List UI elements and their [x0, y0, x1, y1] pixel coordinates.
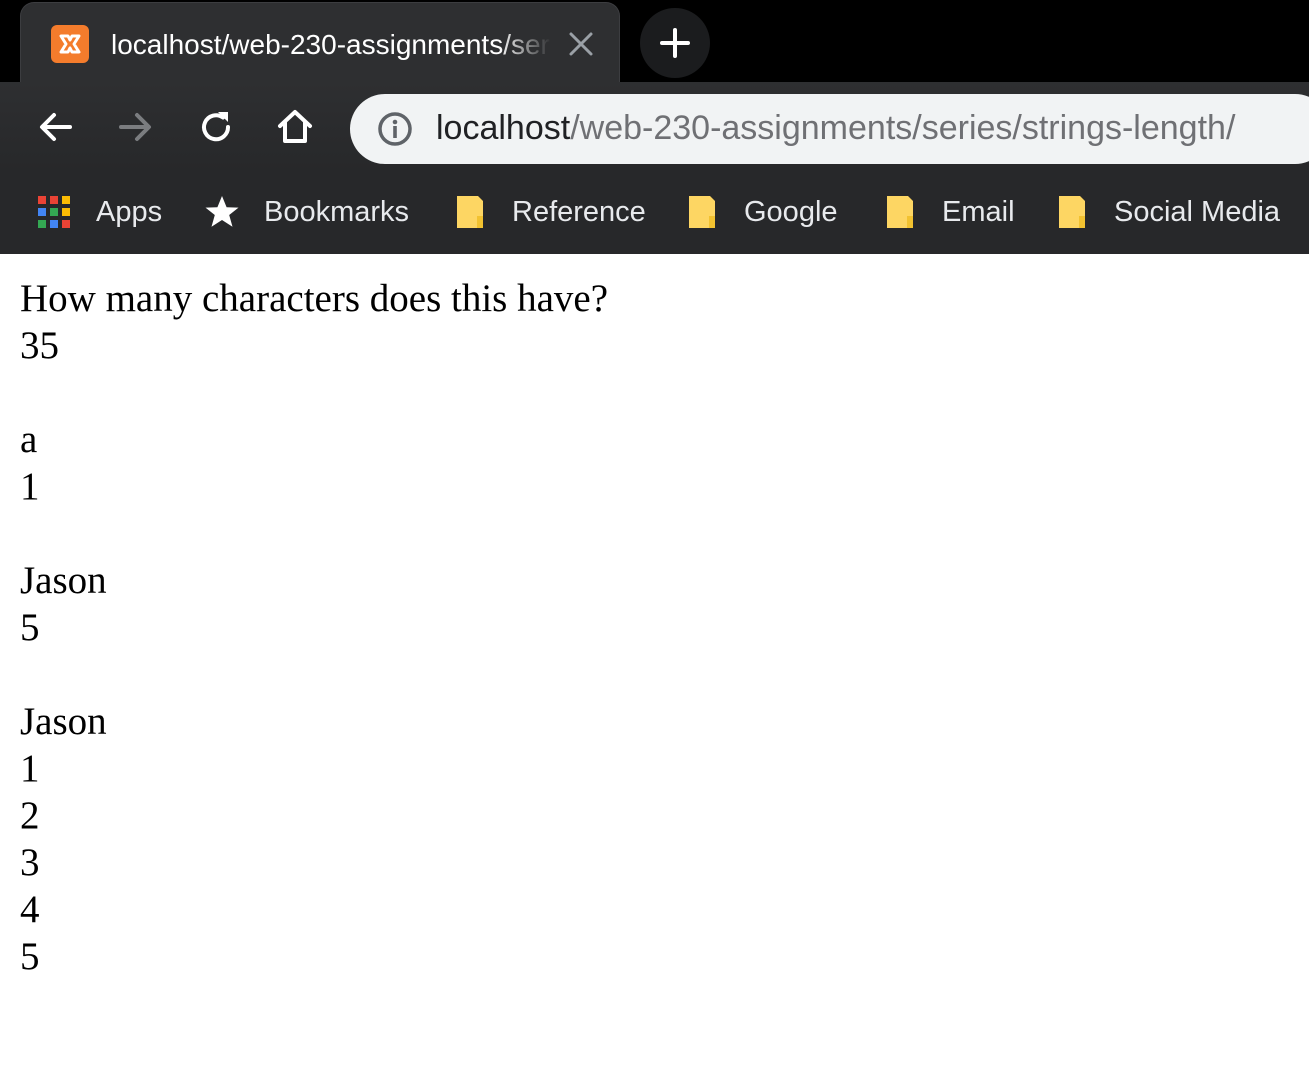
output-line: 35 [20, 324, 59, 367]
output-line: 5 [20, 935, 40, 978]
output-line: 4 [20, 888, 40, 931]
address-bar[interactable]: localhost/web-230-assignments/series/str… [350, 94, 1309, 164]
line-break [20, 369, 1289, 416]
output-line: Jason [20, 700, 107, 743]
output-line: Jason [20, 559, 107, 602]
url-path: /web-230-assignments/series/strings-leng… [570, 109, 1236, 147]
line-break [20, 651, 1289, 698]
folder-icon [457, 196, 483, 228]
output-line: 3 [20, 841, 40, 884]
folder-icon [689, 196, 715, 228]
forward-button[interactable] [115, 107, 155, 147]
tab-title: localhost/web-230-assignments/series/str… [111, 29, 551, 60]
page-content: How many characters does this have? 35 a… [20, 275, 1289, 980]
xampp-icon [51, 25, 89, 63]
browser-toolbar: localhost/web-230-assignments/series/str… [0, 82, 1309, 172]
new-tab-button[interactable] [640, 8, 710, 78]
line-break [20, 510, 1289, 557]
url-host: localhost [436, 109, 571, 147]
tab-strip: localhost/web-230-assignments/series/str… [0, 0, 1309, 82]
home-button[interactable] [275, 107, 315, 147]
bookmark-google[interactable]: Google [684, 190, 838, 234]
bookmark-bookmarks[interactable]: Bookmarks [204, 190, 409, 234]
bookmark-label: Bookmarks [264, 196, 410, 228]
bookmark-email[interactable]: Email [882, 190, 1015, 234]
close-icon[interactable] [566, 29, 596, 59]
output-line: 1 [20, 465, 40, 508]
bookmark-social-media[interactable]: Social Media [1054, 190, 1280, 234]
bookmark-label: Google [744, 196, 838, 228]
bookmark-label: Reference [512, 196, 646, 228]
url-text[interactable]: localhost/web-230-assignments/series/str… [436, 108, 1235, 148]
info-icon[interactable] [377, 111, 413, 147]
bookmark-apps[interactable]: Apps [36, 190, 162, 234]
output-line: How many characters does this have? [20, 277, 609, 320]
bookmark-label: Apps [96, 196, 163, 228]
home-icon [278, 110, 312, 143]
output-line: 5 [20, 606, 40, 649]
arrow-right-icon [119, 113, 151, 141]
arrow-left-icon [40, 113, 72, 141]
folder-icon [887, 196, 913, 228]
plus-icon [660, 28, 690, 58]
reload-button[interactable] [196, 107, 236, 147]
bookmark-label: Social Media [1114, 196, 1281, 228]
bookmarks-bar: Apps Bookmarks Reference Google Email So… [0, 172, 1309, 254]
browser-tab[interactable]: localhost/web-230-assignments/series/str… [20, 2, 620, 82]
bookmark-reference[interactable]: Reference [452, 190, 646, 234]
output-line: a [20, 418, 38, 461]
bookmark-label: Email [942, 196, 1015, 228]
apps-grid-icon [38, 196, 70, 228]
folder-icon [1059, 196, 1085, 228]
star-icon [205, 196, 239, 227]
output-line: 1 [20, 747, 40, 790]
reload-icon [202, 112, 231, 142]
output-line: 2 [20, 794, 40, 837]
back-button[interactable] [36, 107, 76, 147]
